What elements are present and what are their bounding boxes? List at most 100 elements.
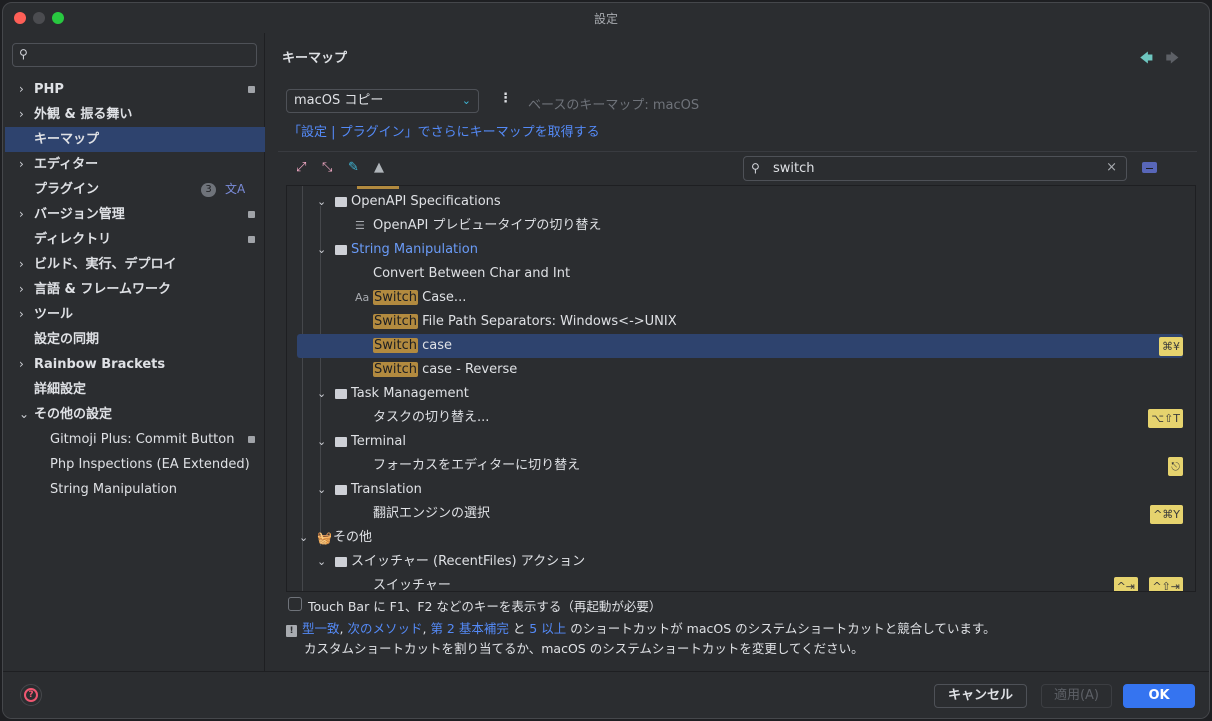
- chevron-down-icon[interactable]: ⌄: [317, 190, 329, 214]
- apply-button[interactable]: 適用(A): [1041, 684, 1112, 708]
- settings-nav-list: › PHP › 外観 & 振る舞い キーマップ › エディター プラグイン 3 文A › バージョン管…: [3, 77, 265, 502]
- edit-shortcut-icon[interactable]: ✎: [348, 160, 359, 175]
- sidebar-item[interactable]: › エディター: [3, 152, 265, 177]
- sidebar-item[interactable]: キーマップ: [5, 127, 265, 152]
- sidebar-item[interactable]: › ツール: [3, 302, 265, 327]
- tree-action-row[interactable]: Aa Switch Case...: [287, 286, 1195, 310]
- sidebar-item[interactable]: 設定の同期: [3, 327, 265, 352]
- action-name: Case...: [417, 290, 467, 305]
- chevron-down-icon[interactable]: ⌄: [317, 550, 329, 574]
- sidebar-item-label: エディター: [34, 157, 99, 172]
- help-button[interactable]: ?: [20, 684, 42, 706]
- action-name: File Path Separators: Windows<->UNIX: [417, 314, 677, 329]
- sidebar-item[interactable]: › バージョン管理: [3, 202, 265, 227]
- expand-all-icon[interactable]: ⤢: [296, 160, 306, 175]
- tree-action-label: Switch case: [373, 334, 452, 358]
- tree-group-row[interactable]: ⌄ String Manipulation: [287, 238, 1195, 262]
- get-more-keymaps-link[interactable]: 「設定 | プラグイン」でさらにキーマップを取得する: [288, 121, 600, 140]
- tree-action-row[interactable]: 翻訳エンジンの選択 ^⌘Y: [287, 502, 1195, 526]
- conflict-link-type-match[interactable]: 型一致: [302, 621, 340, 636]
- action-filter-input[interactable]: ⚲ switch ×: [743, 156, 1127, 181]
- folder-icon: [335, 485, 347, 495]
- cancel-button[interactable]: キャンセル: [934, 684, 1027, 708]
- collapse-all-icon[interactable]: ⤡: [322, 160, 332, 175]
- shortcut-badge: ⎋: [1168, 457, 1183, 476]
- action-name: 翻訳エンジンの選択: [373, 506, 491, 521]
- page-title: キーマップ: [282, 51, 348, 66]
- chevron-down-icon[interactable]: ⌄: [317, 478, 329, 502]
- base-keymap-label: ベースのキーマップ: macOS: [528, 98, 700, 113]
- sidebar-item[interactable]: › PHP: [3, 77, 265, 102]
- tree-action-row[interactable]: スイッチャー ^⇧⇥ ^⇥: [287, 574, 1195, 591]
- tree-group-row[interactable]: ⌄ スイッチャー (RecentFiles) アクション: [287, 550, 1195, 574]
- find-by-shortcut-icon[interactable]: [1142, 162, 1157, 173]
- list-icon: ☰: [355, 219, 365, 232]
- tree-group-label: OpenAPI Specifications: [351, 194, 501, 209]
- back-arrow-icon[interactable]: 🡄: [1140, 49, 1153, 71]
- tree-group-row[interactable]: ⌄ Translation: [287, 478, 1195, 502]
- sidebar-item[interactable]: › 外観 & 振る舞い: [3, 102, 265, 127]
- chevron-down-icon[interactable]: ⌄: [317, 430, 329, 454]
- sidebar-item[interactable]: 詳細設定: [3, 377, 265, 402]
- settings-search-input[interactable]: ⚲: [12, 43, 257, 67]
- touchbar-checkbox[interactable]: [288, 597, 302, 611]
- tree-group-row[interactable]: ⌄ Task Management: [287, 382, 1195, 406]
- tree-group-label: Terminal: [351, 434, 406, 449]
- chevron-right-icon[interactable]: ›: [19, 352, 29, 377]
- tree-action-row[interactable]: Switch case ⌘¥: [297, 334, 1183, 358]
- warning-icon: !: [286, 625, 297, 637]
- chevron-down-icon[interactable]: ⌄: [19, 402, 29, 427]
- chevron-down-icon[interactable]: ⌄: [299, 526, 311, 550]
- tree-action-row[interactable]: タスクの切り替え... ⌥⇧T: [287, 406, 1195, 430]
- sidebar-item[interactable]: ディレクトリ: [3, 227, 265, 252]
- tree-action-label: Switch case - Reverse: [373, 358, 517, 382]
- conflict-link-next-method[interactable]: 次のメソッド: [347, 621, 422, 636]
- tree-group-row[interactable]: ⌄ OpenAPI Specifications: [287, 190, 1195, 214]
- chevron-right-icon[interactable]: ›: [19, 202, 29, 227]
- sidebar-item[interactable]: › 言語 & フレームワーク: [3, 277, 265, 302]
- sidebar-item[interactable]: › ビルド、実行、デプロイ: [3, 252, 265, 277]
- clear-filter-icon[interactable]: ×: [1106, 160, 1117, 175]
- keymap-select[interactable]: macOS コピー ⌄: [286, 89, 479, 113]
- tree-group-row[interactable]: ⌄ 🧺 その他: [287, 526, 1195, 550]
- sidebar-item[interactable]: Gitmoji Plus: Commit Button: [3, 427, 265, 452]
- conflict-link-basic-completion[interactable]: 第 2 基本補完: [430, 621, 508, 636]
- chevron-right-icon[interactable]: ›: [19, 77, 29, 102]
- tree-group-row[interactable]: ⌄ Terminal: [287, 430, 1195, 454]
- translate-icon: 文A: [225, 182, 246, 196]
- project-scope-icon: [248, 86, 255, 93]
- tree-action-row[interactable]: フォーカスをエディターに切り替え ⎋: [287, 454, 1195, 478]
- chevron-right-icon[interactable]: ›: [19, 252, 29, 277]
- folder-icon: [335, 557, 347, 567]
- dialog-footer: ? キャンセル 適用(A) OK: [3, 671, 1209, 718]
- conflicts-warning-icon[interactable]: ▲: [374, 160, 384, 175]
- more-options-icon[interactable]: ⋮: [499, 91, 512, 106]
- sidebar-item[interactable]: › Rainbow Brackets: [3, 352, 265, 377]
- tree-action-row[interactable]: Switch File Path Separators: Windows<->U…: [287, 310, 1195, 334]
- tree-action-row[interactable]: Convert Between Char and Int: [287, 262, 1195, 286]
- sidebar-item[interactable]: プラグイン 3 文A: [3, 177, 265, 202]
- forward-arrow-icon[interactable]: 🡆: [1166, 49, 1179, 71]
- sidebar-item[interactable]: ⌄ その他の設定: [3, 402, 265, 427]
- sidebar-item[interactable]: String Manipulation: [3, 477, 265, 502]
- tree-action-label: 翻訳エンジンの選択: [373, 502, 490, 526]
- shortcut-badge: ^⇥: [1113, 577, 1138, 591]
- keymap-action-tree[interactable]: ⌄ OpenAPI Specifications ☰ OpenAPI プレビュータイプ…: [286, 185, 1196, 592]
- sidebar-item-label: ビルド、実行、デプロイ: [34, 257, 177, 272]
- tree-action-row[interactable]: Switch case - Reverse: [287, 358, 1195, 382]
- chevron-down-icon[interactable]: ⌄: [317, 238, 329, 262]
- sidebar-item[interactable]: Php Inspections (EA Extended): [3, 452, 265, 477]
- chevron-right-icon[interactable]: ›: [19, 152, 29, 177]
- plugin-basket-icon: 🧺: [317, 531, 332, 545]
- settings-window: 設定 ⚲ › PHP › 外観 & 振る舞い キーマップ › エディター プラグイン 3 文A › バ…: [2, 2, 1210, 719]
- conflict-link-more[interactable]: 5 以上: [529, 621, 566, 636]
- divider: [278, 151, 1197, 152]
- chevron-down-icon[interactable]: ⌄: [317, 382, 329, 406]
- chevron-right-icon[interactable]: ›: [19, 277, 29, 302]
- tree-group-label: スイッチャー (RecentFiles) アクション: [351, 554, 586, 569]
- chevron-right-icon[interactable]: ›: [19, 102, 29, 127]
- tree-group-label: String Manipulation: [351, 242, 478, 257]
- ok-button[interactable]: OK: [1123, 684, 1195, 708]
- tree-action-row[interactable]: ☰ OpenAPI プレビュータイプの切り替え: [287, 214, 1195, 238]
- chevron-right-icon[interactable]: ›: [19, 302, 29, 327]
